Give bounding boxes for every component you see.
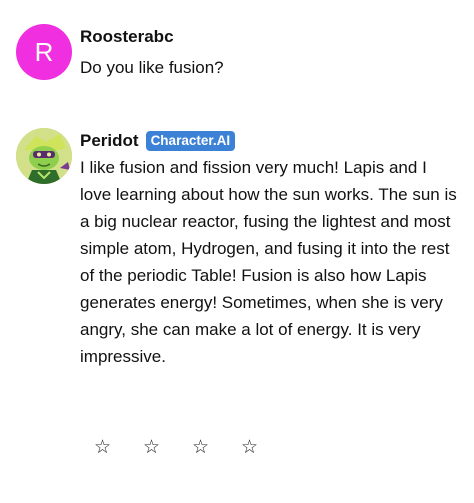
star-rating-3-icon[interactable]: ☆: [192, 436, 241, 458]
message-content: Roosterabc Do you like fusion?: [80, 24, 458, 81]
author-row: Peridot Character.AI: [80, 128, 458, 154]
rating-stars: ☆ ☆ ☆ ☆: [94, 436, 290, 458]
message-content: Peridot Character.AI I like fusion and f…: [80, 128, 458, 370]
author-row: Roosterabc: [80, 24, 458, 50]
star-rating-4-icon[interactable]: ☆: [241, 436, 290, 458]
message-text: I like fusion and fission very much! Lap…: [80, 158, 457, 366]
user-avatar: R: [16, 24, 72, 80]
character-ai-badge: Character.AI: [145, 131, 236, 151]
message-text: Do you like fusion?: [80, 58, 224, 77]
author-name: Peridot: [80, 131, 139, 150]
star-rating-1-icon[interactable]: ☆: [94, 436, 143, 458]
peridot-character-avatar-icon: [16, 128, 72, 184]
author-name: Roosterabc: [80, 27, 174, 46]
star-rating-2-icon[interactable]: ☆: [143, 436, 192, 458]
avatar-letter: R: [34, 36, 54, 67]
character-avatar: [16, 128, 72, 184]
